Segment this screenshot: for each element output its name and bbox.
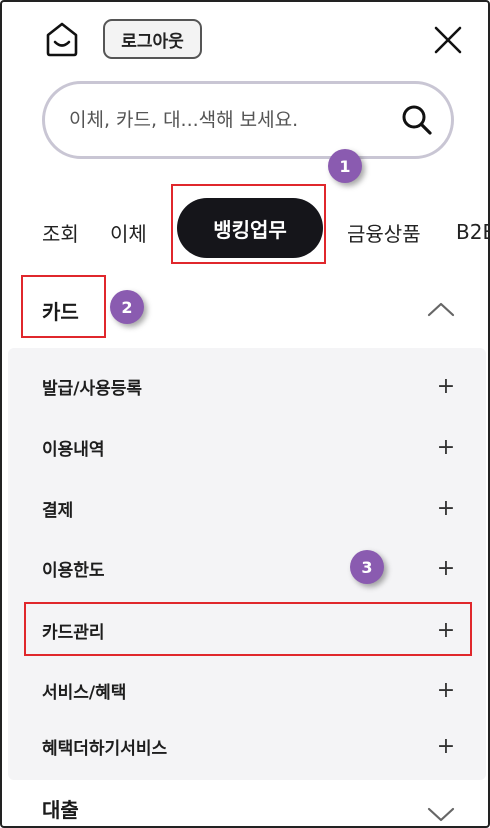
plus-icon[interactable]: + xyxy=(436,356,456,416)
chevron-down-icon[interactable] xyxy=(426,806,456,824)
section-title-card: 카드 xyxy=(42,299,79,324)
tab-transfer[interactable]: 이체 xyxy=(110,192,147,272)
section-header-loan[interactable]: 대출 xyxy=(2,786,488,826)
plus-icon[interactable]: + xyxy=(436,417,456,477)
section-header-card[interactable]: 카드 xyxy=(2,274,488,346)
search-bar xyxy=(42,81,454,159)
list-item[interactable]: 서비스/혜택 + xyxy=(8,660,486,720)
list-item-label: 이용한도 xyxy=(42,560,105,581)
search-input[interactable] xyxy=(69,84,389,156)
list-item[interactable]: 발급/사용등록 + xyxy=(8,356,486,416)
search-icon[interactable] xyxy=(400,103,434,137)
list-item[interactable]: 혜택더하기서비스 + xyxy=(8,716,486,776)
list-item[interactable]: 결제 + xyxy=(8,478,486,538)
logout-button[interactable]: 로그아웃 xyxy=(103,19,202,59)
tab-inquiry[interactable]: 조회 xyxy=(42,192,79,272)
tab-b2b[interactable]: B2B xyxy=(456,192,488,272)
list-item[interactable]: 이용내역 + xyxy=(8,417,486,477)
list-item-label: 서비스/혜택 xyxy=(42,682,127,703)
step-marker-2: 2 xyxy=(110,290,144,324)
plus-icon[interactable]: + xyxy=(436,538,456,598)
list-item-label: 발급/사용등록 xyxy=(42,378,143,399)
plus-icon[interactable]: + xyxy=(436,660,456,720)
list-item-label: 혜택더하기서비스 xyxy=(42,738,168,759)
close-icon[interactable] xyxy=(430,22,466,58)
list-item-label: 카드관리 xyxy=(42,622,105,643)
plus-icon[interactable]: + xyxy=(436,600,456,660)
list-item[interactable]: 카드관리 + xyxy=(8,600,486,660)
home-icon[interactable] xyxy=(44,20,80,58)
list-item-label: 결제 xyxy=(42,500,74,521)
tab-financial-products[interactable]: 금융상품 xyxy=(347,192,421,272)
section-title-loan: 대출 xyxy=(42,797,79,822)
step-marker-3: 3 xyxy=(350,550,384,584)
app-frame: 로그아웃 1 조회 이체 금융상품 B2B 뱅킹업무 카드 2 xyxy=(0,0,490,828)
tab-banking-services[interactable]: 뱅킹업무 xyxy=(177,198,323,258)
step-marker-1: 1 xyxy=(328,149,362,183)
chevron-up-icon[interactable] xyxy=(426,300,456,318)
list-item[interactable]: 이용한도 + xyxy=(8,538,486,598)
plus-icon[interactable]: + xyxy=(436,716,456,776)
plus-icon[interactable]: + xyxy=(436,478,456,538)
list-item-label: 이용내역 xyxy=(42,439,105,460)
